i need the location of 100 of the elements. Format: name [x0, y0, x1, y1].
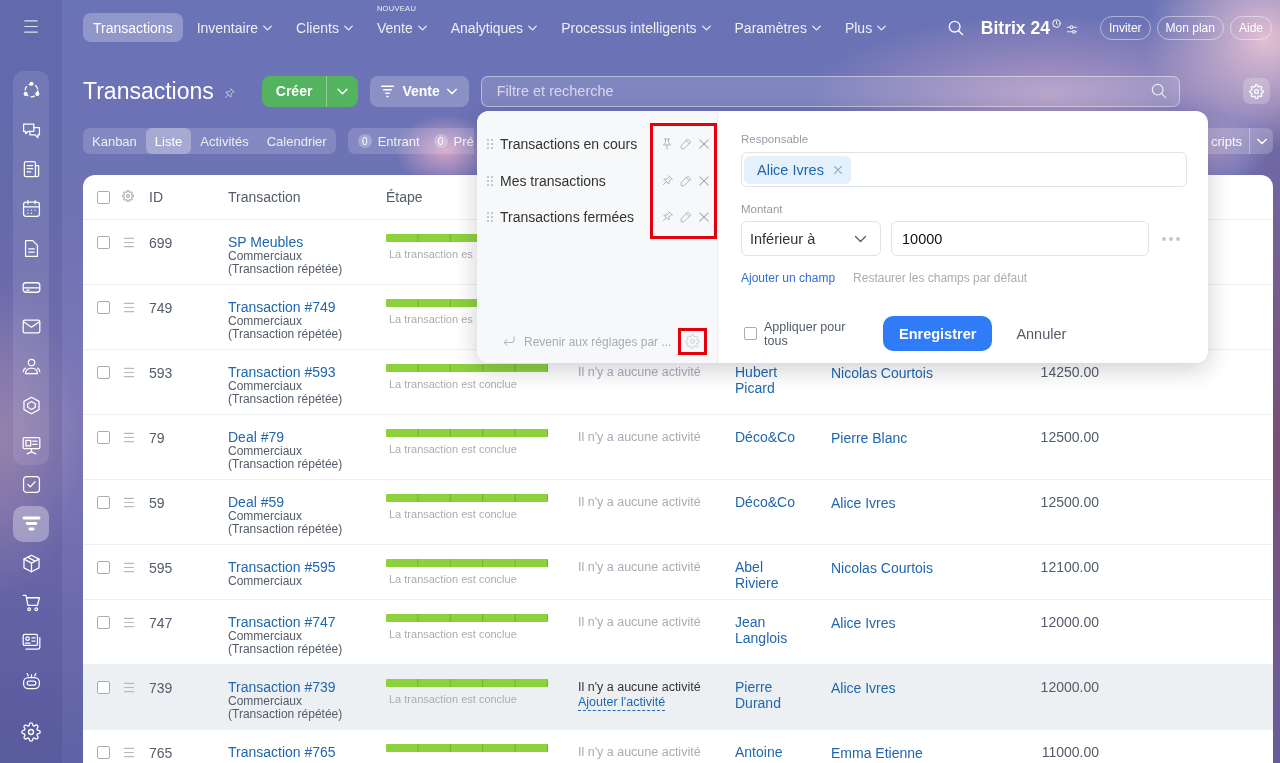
menu-icon[interactable]: [122, 682, 136, 693]
preset-item[interactable]: Mes transactions: [477, 162, 650, 199]
row-checkbox[interactable]: [97, 300, 110, 314]
search-icon[interactable]: [1151, 83, 1167, 99]
pencil-icon[interactable]: [680, 211, 692, 224]
deal-title-link[interactable]: Transaction #739: [228, 679, 336, 695]
row-checkbox[interactable]: [97, 235, 110, 249]
drag-handle-icon[interactable]: [487, 175, 493, 186]
view-tab[interactable]: Calendrier: [257, 128, 336, 154]
pin-icon[interactable]: [222, 87, 235, 100]
row-checkbox[interactable]: [97, 680, 110, 694]
responsible-link[interactable]: Pierre Blanc: [831, 430, 908, 446]
client-link[interactable]: Jean Langlois: [735, 614, 799, 646]
settings-icon: [1249, 83, 1264, 99]
client-link[interactable]: Déco&Co: [735, 494, 799, 510]
column-header[interactable]: Transaction: [228, 189, 301, 205]
drag-handle-icon[interactable]: [487, 139, 493, 150]
client-link[interactable]: Abel Riviere: [735, 559, 799, 591]
client-link[interactable]: Déco&Co: [735, 429, 799, 445]
close-icon[interactable]: [699, 139, 709, 150]
counter-button[interactable]: 0 Entrant: [357, 133, 420, 149]
client-link[interactable]: Antoine: [735, 744, 799, 760]
row-checkbox[interactable]: [97, 745, 110, 759]
nav-tab[interactable]: Processus intelligents: [551, 13, 721, 42]
nav-tab[interactable]: Inventaire: [186, 13, 283, 42]
toolbar-menu-button[interactable]: [1249, 128, 1273, 154]
menu-icon[interactable]: [122, 432, 136, 443]
deal-id: 765: [149, 745, 173, 761]
row-checkbox[interactable]: [97, 495, 110, 509]
client-link[interactable]: Hubert Picard: [735, 364, 799, 396]
responsible-link[interactable]: Alice Ivres: [831, 495, 896, 511]
row-checkbox[interactable]: [97, 615, 110, 629]
more-icon[interactable]: [1162, 236, 1180, 241]
nav-tab[interactable]: Plus: [834, 13, 897, 42]
row-checkbox[interactable]: [97, 365, 110, 379]
nav-tab[interactable]: Paramètres: [724, 13, 831, 42]
view-tab[interactable]: Activités: [191, 128, 258, 154]
responsible-link[interactable]: Alice Ivres: [831, 615, 896, 631]
sidebar-button[interactable]: [13, 505, 49, 542]
menu-icon[interactable]: [22, 19, 40, 34]
close-icon[interactable]: [833, 165, 842, 174]
create-menu-button[interactable]: [326, 75, 359, 107]
menu-icon[interactable]: [122, 497, 136, 508]
deal-title-link[interactable]: Transaction #595: [228, 559, 336, 575]
preset-item[interactable]: Transactions en cours: [477, 126, 650, 163]
search-field[interactable]: Filtre et recherche: [480, 75, 1180, 107]
operator-dropdown[interactable]: Inférieur à: [741, 221, 881, 256]
pin-icon[interactable]: [661, 138, 673, 151]
close-icon[interactable]: [699, 212, 709, 223]
amount-input[interactable]: 10000: [891, 221, 1149, 256]
responsible-link[interactable]: Nicolas Courtois: [831, 365, 933, 381]
column-header[interactable]: ID: [149, 189, 163, 205]
tilted-pin-icon[interactable]: [661, 211, 673, 224]
nav-tab[interactable]: Clients: [286, 13, 363, 42]
menu-icon[interactable]: [122, 367, 136, 378]
responsible-link[interactable]: Nicolas Courtois: [831, 560, 933, 576]
sliders-icon[interactable]: [1065, 24, 1078, 35]
client-link[interactable]: Pierre Durand: [735, 679, 799, 711]
row-checkbox[interactable]: [97, 560, 110, 574]
search-icon[interactable]: [947, 19, 964, 36]
responsible-link[interactable]: Emma Etienne: [831, 745, 923, 761]
cancel-button[interactable]: Annuler: [1016, 325, 1067, 342]
deal-title-link[interactable]: Transaction #765: [228, 744, 336, 760]
add-field-link[interactable]: Ajouter un champ: [741, 270, 836, 286]
menu-icon[interactable]: [122, 747, 136, 758]
column-header[interactable]: Étape: [386, 189, 423, 205]
deal-title-link[interactable]: Transaction #749: [228, 299, 336, 315]
deal-title-link[interactable]: Deal #59: [228, 494, 285, 510]
id-card-icon: [21, 632, 41, 652]
select-all-checkbox[interactable]: [97, 190, 110, 204]
row-checkbox[interactable]: [97, 430, 110, 444]
highlighted-row[interactable]: 739 Transaction #739 Commerciaux (Transaction répétée) La transaction est conclue Il n'y a aucune activité Ajouter l'activité Pierre Durand Alice Ivres 12000.00: [83, 665, 1273, 730]
pencil-icon[interactable]: [680, 138, 692, 151]
nav-tab[interactable]: Analytiques: [440, 13, 548, 42]
amount: 11000.00: [1041, 744, 1099, 760]
tilted-pin-icon[interactable]: [661, 174, 673, 187]
close-icon[interactable]: [699, 175, 709, 186]
view-tab[interactable]: Kanban: [83, 128, 146, 154]
deal-title-link[interactable]: Transaction #747: [228, 614, 336, 630]
responsible-link[interactable]: Alice Ivres: [831, 680, 896, 696]
menu-icon[interactable]: [122, 562, 136, 573]
drag-handle-icon[interactable]: [487, 212, 493, 223]
deal-title-link[interactable]: SP Meubles: [228, 234, 304, 250]
activity-status: Il n'y a aucune activité: [578, 614, 701, 630]
pencil-icon[interactable]: [680, 174, 692, 187]
deal-title-link[interactable]: Transaction #593: [228, 364, 336, 380]
preset-item[interactable]: Transactions fermées: [477, 199, 650, 236]
menu-icon[interactable]: [122, 302, 136, 313]
settings-button[interactable]: [1243, 78, 1270, 104]
add-activity-link[interactable]: Ajouter l'activité: [578, 695, 666, 711]
caret-icon: [263, 24, 273, 31]
deal-id: 79: [149, 430, 165, 446]
menu-icon[interactable]: [122, 617, 136, 628]
responsible-field[interactable]: Alice Ivres: [741, 152, 1187, 187]
category-button[interactable]: Vente: [370, 75, 469, 107]
deal-title-link[interactable]: Deal #79: [228, 429, 285, 445]
user-tag[interactable]: Alice Ivres: [744, 155, 851, 184]
apply-all-checkbox[interactable]: [744, 327, 757, 340]
menu-icon[interactable]: [122, 237, 136, 248]
save-button[interactable]: Enregistrer: [883, 316, 993, 351]
